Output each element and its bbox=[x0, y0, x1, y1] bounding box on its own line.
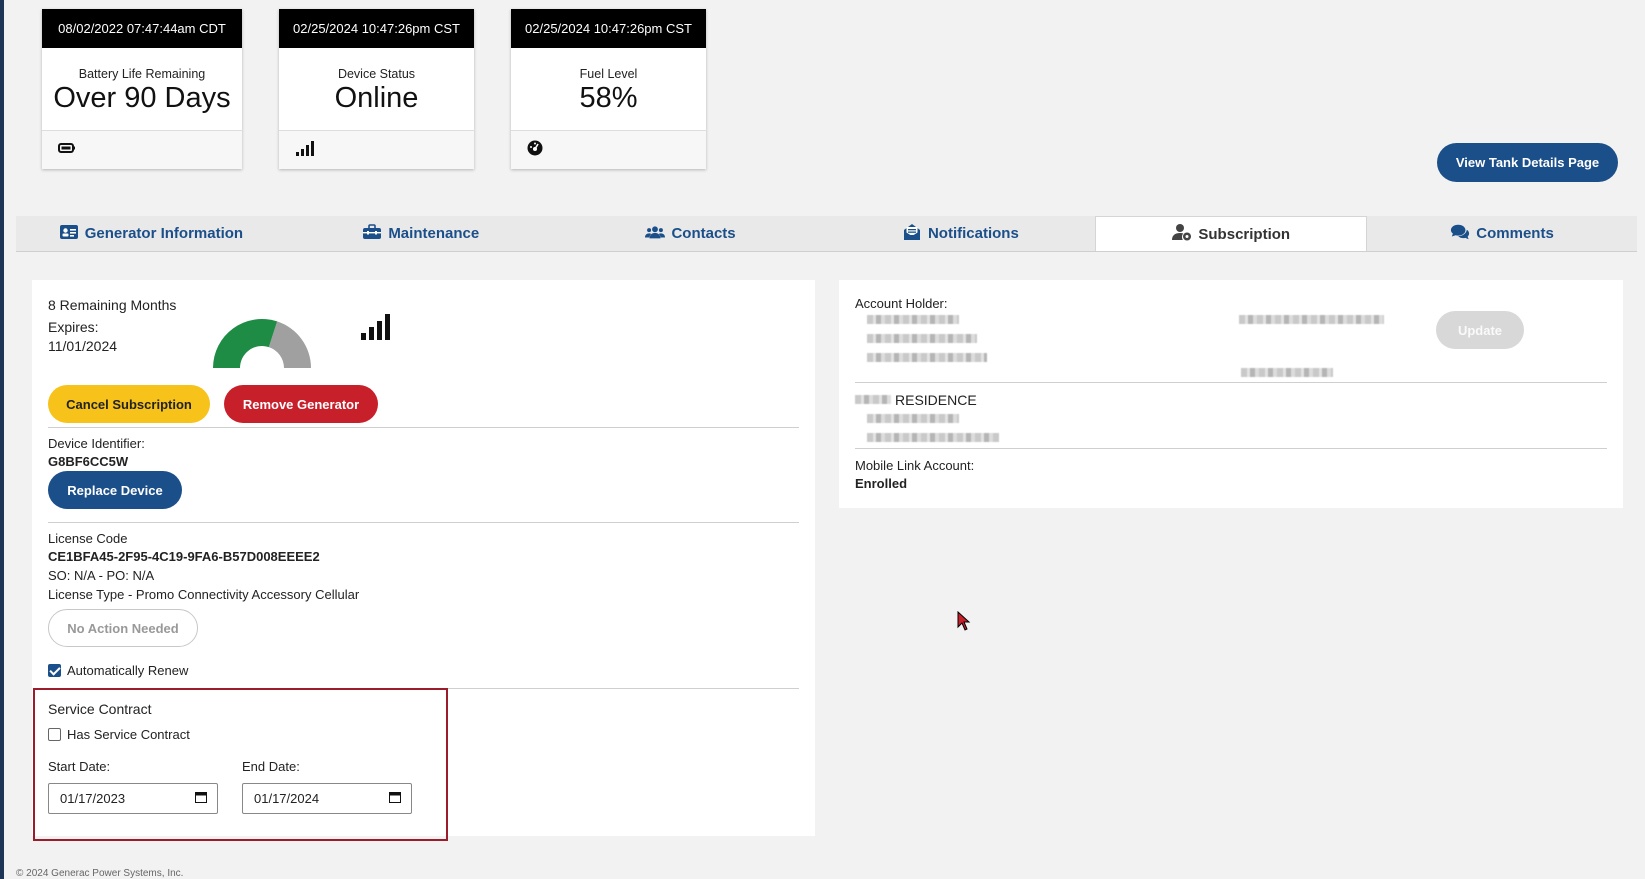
card-value: 58% bbox=[579, 82, 638, 114]
subscription-gauge bbox=[213, 319, 311, 368]
account-panel: Account Holder: Update RESIDENCE Mobile … bbox=[839, 280, 1623, 508]
view-tank-details-button[interactable]: View Tank Details Page bbox=[1437, 143, 1618, 182]
redacted-text bbox=[867, 334, 977, 343]
auto-renew-label: Automatically Renew bbox=[67, 663, 189, 678]
device-identifier-label: Device Identifier: bbox=[48, 436, 145, 451]
id-card-icon bbox=[59, 223, 79, 245]
tab-label: Subscription bbox=[1198, 225, 1291, 243]
tab-label: Comments bbox=[1476, 225, 1554, 242]
cancel-subscription-button[interactable]: Cancel Subscription bbox=[48, 385, 210, 423]
mobile-link-value: Enrolled bbox=[855, 476, 908, 491]
card-value: Over 90 Days bbox=[53, 82, 231, 114]
remaining-months: 8 Remaining Months bbox=[48, 297, 177, 313]
card-label: Device Status bbox=[337, 67, 416, 81]
users-icon bbox=[645, 223, 666, 245]
card-timestamp: 02/25/2024 10:47:26pm CST bbox=[511, 9, 706, 48]
tab-bar: Generator Information Maintenance Contac… bbox=[16, 216, 1637, 252]
battery-card: 08/02/2022 07:47:44am CDT Battery Life R… bbox=[42, 9, 242, 169]
license-code-value: CE1BFA45-2F95-4C19-9FA6-B57D008EEEE2 bbox=[48, 549, 320, 564]
redacted-text bbox=[1239, 315, 1384, 324]
user-gear-icon bbox=[1172, 223, 1192, 245]
redacted-text bbox=[1241, 368, 1333, 377]
update-button[interactable]: Update bbox=[1436, 311, 1524, 349]
divider bbox=[855, 382, 1607, 383]
mouse-cursor-icon bbox=[957, 611, 971, 631]
redacted-text bbox=[867, 315, 959, 324]
footer-copyright: © 2024 Generac Power Systems, Inc. bbox=[16, 868, 184, 879]
replace-device-button[interactable]: Replace Device bbox=[48, 471, 182, 509]
card-timestamp: 02/25/2024 10:47:26pm CST bbox=[279, 9, 474, 48]
battery-icon bbox=[58, 141, 76, 159]
tab-notifications[interactable]: Notifications bbox=[825, 216, 1095, 251]
redacted-text bbox=[855, 395, 891, 404]
service-contract-highlight bbox=[33, 688, 448, 841]
expires-date: 11/01/2024 bbox=[48, 338, 118, 354]
residence-name: RESIDENCE bbox=[895, 392, 977, 408]
tab-contacts[interactable]: Contacts bbox=[556, 216, 826, 251]
gauge-icon bbox=[527, 140, 543, 161]
divider bbox=[48, 427, 799, 428]
redacted-text bbox=[867, 414, 959, 423]
tab-comments[interactable]: Comments bbox=[1367, 216, 1637, 251]
account-holder-label: Account Holder: bbox=[855, 296, 948, 311]
no-action-needed-button[interactable]: No Action Needed bbox=[48, 609, 198, 647]
tab-label: Maintenance bbox=[388, 225, 480, 242]
card-label: Battery Life Remaining bbox=[78, 67, 206, 81]
tab-label: Contacts bbox=[671, 225, 736, 242]
left-rail bbox=[0, 0, 4, 879]
tab-subscription[interactable]: Subscription bbox=[1095, 216, 1368, 251]
device-status-card: 02/25/2024 10:47:26pm CST Device Status … bbox=[279, 9, 474, 169]
mobile-link-label: Mobile Link Account: bbox=[855, 458, 975, 473]
chat-icon bbox=[1450, 223, 1470, 245]
toolbox-icon bbox=[362, 223, 382, 245]
card-label: Fuel Level bbox=[579, 67, 638, 81]
license-type-text: License Type - Promo Connectivity Access… bbox=[48, 587, 360, 602]
card-value: Online bbox=[334, 82, 419, 114]
fuel-level-card: 02/25/2024 10:47:26pm CST Fuel Level 58% bbox=[511, 9, 706, 169]
tab-label: Notifications bbox=[927, 225, 1019, 242]
expires-label: Expires: bbox=[48, 319, 99, 335]
tab-maintenance[interactable]: Maintenance bbox=[286, 216, 556, 251]
envelope-icon bbox=[902, 223, 922, 245]
license-code-label: License Code bbox=[48, 531, 128, 546]
divider bbox=[48, 522, 799, 523]
signal-bars-icon bbox=[295, 140, 315, 161]
redacted-text bbox=[867, 433, 999, 442]
signal-bars-icon bbox=[360, 314, 392, 345]
redacted-text bbox=[867, 353, 987, 362]
so-po-text: SO: N/A - PO: N/A bbox=[48, 568, 155, 583]
card-timestamp: 08/02/2022 07:47:44am CDT bbox=[42, 9, 242, 48]
auto-renew-checkbox[interactable] bbox=[48, 664, 61, 677]
tab-generator-information[interactable]: Generator Information bbox=[16, 216, 286, 251]
remove-generator-button[interactable]: Remove Generator bbox=[224, 385, 378, 423]
tab-label: Generator Information bbox=[84, 225, 244, 242]
device-identifier-value: G8BF6CC5W bbox=[48, 454, 129, 469]
divider bbox=[855, 448, 1607, 449]
